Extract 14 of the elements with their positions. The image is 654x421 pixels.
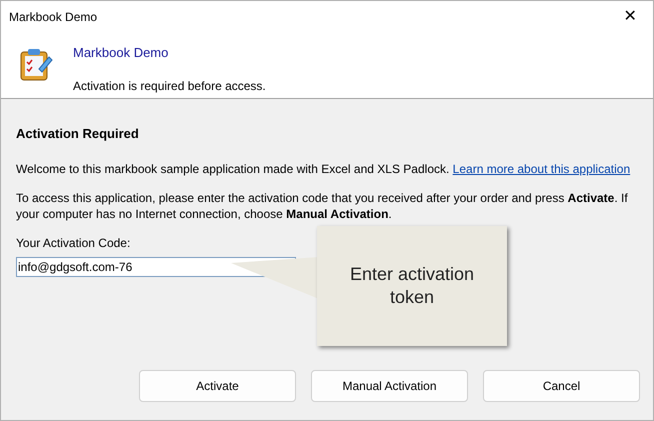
window-title: Markbook Demo [9,9,98,26]
dialog-button[interactable]: Manual Activation [311,370,468,402]
dialog-button[interactable]: Activate [139,370,296,402]
header-title: Markbook Demo [73,44,170,62]
dialog-button[interactable]: Cancel [483,370,640,402]
clipboard-icon [19,47,53,81]
activation-code-label: Your Activation Code: [16,234,132,252]
learn-more-link[interactable]: Learn more about this application [452,162,630,176]
section-heading: Activation Required [16,125,140,143]
header-subtitle: Activation is required before access. [73,78,266,94]
callout-text: Enter activation token [348,263,476,309]
close-button[interactable]: ✕ [607,1,653,33]
welcome-text: Welcome to this markbook sample application made with Excel and XLS Padlock. [16,162,450,176]
instructions-text: To access this application, please enter the activation code that you received after your order and press Activate. If your computer has no Internet connection, choose Manual Activation. [16,190,629,222]
